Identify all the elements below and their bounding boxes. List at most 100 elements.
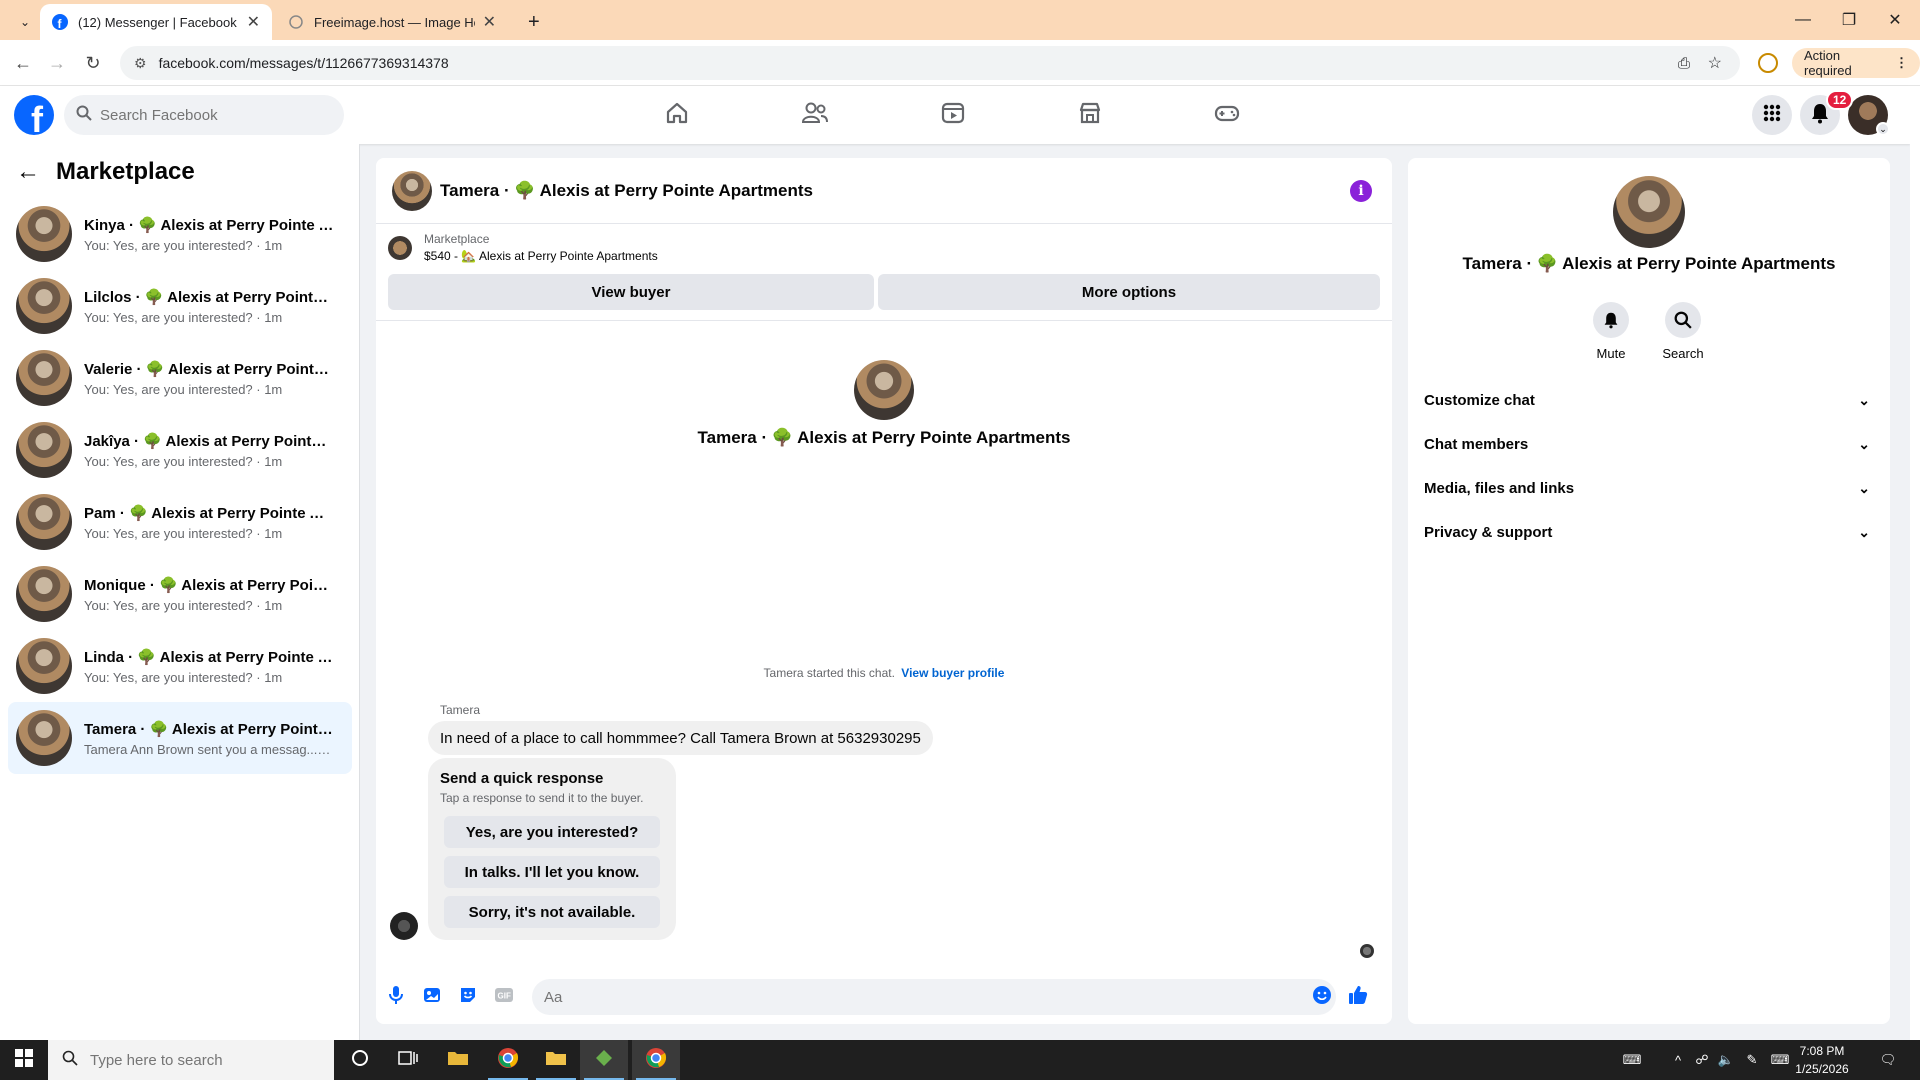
conversation-text: Tamera · 🌳 Alexis at Perry Pointe ... Tam… [84,720,334,757]
chevron-down-icon[interactable]: ⌄ [1876,122,1890,136]
task-view-button[interactable] [384,1040,432,1080]
search-input[interactable] [100,106,320,124]
app-taskbar-button[interactable] [580,1040,628,1080]
forward-button[interactable]: → [44,50,70,76]
more-options-button[interactable]: More options [878,274,1380,310]
nav-friends[interactable] [760,92,870,138]
chevron-down-icon: ⌄ [20,15,31,29]
info-avatar[interactable] [1613,176,1685,248]
nav-video[interactable] [898,92,1008,138]
sender-name: Tamera [440,703,481,717]
minimize-button[interactable]: — [1780,0,1826,40]
conversation-item[interactable]: Lilclos · 🌳 Alexis at Perry Pointe A... Y… [8,270,352,342]
facebook-logo-icon[interactable]: f [14,95,54,135]
microphone-icon [387,985,405,1010]
mute-button[interactable]: Mute [1581,302,1641,361]
nav-marketplace[interactable] [1035,92,1145,138]
site-info-icon[interactable]: ⚙ [134,55,147,72]
quick-response-yes-button[interactable]: Yes, are you interested? [444,816,660,848]
bell-icon [1593,302,1629,338]
start-button[interactable] [0,1040,48,1080]
conversation-item[interactable]: Linda · 🌳 Alexis at Perry Pointe A... You… [8,630,352,702]
conversation-item[interactable]: Monique · 🌳 Alexis at Perry Point... You:… [8,558,352,630]
search-in-chat-button[interactable]: Search [1653,302,1713,361]
reload-button[interactable]: ↻ [80,50,106,76]
listing-thumbnail [388,235,412,260]
chat-avatar[interactable] [392,170,432,211]
view-buyer-profile-link[interactable]: View buyer profile [901,666,1004,680]
facebook-search-box[interactable] [64,95,344,135]
tab-messenger[interactable]: f (12) Messenger | Facebook ✕ [40,4,272,40]
sender-avatar[interactable] [390,912,418,940]
back-arrow-icon[interactable]: ← [16,158,40,186]
file-explorer-button[interactable] [434,1040,482,1080]
sticker-button[interactable] [456,985,480,1009]
microphone-button[interactable] [384,985,408,1009]
listing-summary[interactable]: Marketplace $540 - 🏡 Alexis at Perry Poi… [388,232,658,263]
conversation-text: Monique · 🌳 Alexis at Perry Point... You:… [84,576,334,613]
facebook-header: f ⌄ [0,86,1910,144]
restore-button[interactable]: ❐ [1826,0,1872,40]
customize-chat-row[interactable]: Customize chat ⌄ [1424,382,1874,418]
action-required-button[interactable]: Action required ⋮ [1792,48,1920,78]
media-files-links-row[interactable]: Media, files and links ⌄ [1424,470,1874,506]
taskbar-search-input[interactable] [90,1051,290,1069]
read-receipt-avatar [1360,944,1374,958]
quick-response-in-talks-button[interactable]: In talks. I'll let you know. [444,856,660,888]
info-icon[interactable]: i [1350,180,1372,202]
conversation-name: Tamera · 🌳 Alexis at Perry Pointe ... [84,720,334,738]
action-center-icon[interactable]: 🗨 [1878,1050,1898,1070]
back-button[interactable]: ← [10,50,36,76]
bookmark-star-icon[interactable]: ☆ [1708,53,1722,73]
show-hidden-icons-icon[interactable]: ^ [1668,1050,1688,1070]
close-window-button[interactable]: ✕ [1872,0,1918,40]
pen-icon[interactable]: ✎ [1742,1050,1762,1070]
chat-title[interactable]: Tamera · 🌳 Alexis at Perry Pointe Apartm… [440,181,813,201]
like-button[interactable] [1346,985,1370,1009]
url-bar[interactable]: ⚙ facebook.com/messages/t/11266773693143… [120,46,1740,80]
explorer-taskbar-button[interactable] [532,1040,580,1080]
keyboard-layout-icon[interactable]: ⌨ [1622,1050,1642,1070]
sticker-icon [458,985,478,1010]
message-input[interactable] [532,979,1336,1015]
conversation-text: Kinya · 🌳 Alexis at Perry Pointe A... You… [84,216,334,253]
view-buyer-button[interactable]: View buyer [388,274,874,310]
time: 7:08 PM [1799,1044,1845,1058]
conversation-item[interactable]: Jakîya · 🌳 Alexis at Perry Pointe A... Yo… [8,414,352,486]
taskbar-search-box[interactable] [48,1040,334,1080]
attach-photo-button[interactable] [420,985,444,1009]
gamepad-icon [1213,100,1241,131]
conversation-item[interactable]: Kinya · 🌳 Alexis at Perry Pointe A... You… [8,198,352,270]
tab-list-button[interactable]: ⌄ [8,4,44,40]
page-scrollbar[interactable] [1910,86,1920,1040]
folder-icon [447,1049,469,1072]
conversation-item[interactable]: Valerie · 🌳 Alexis at Perry Pointe ... Yo… [8,342,352,414]
volume-icon[interactable]: 🔈 [1716,1050,1736,1070]
new-tab-button[interactable]: + [516,4,548,40]
nav-home[interactable] [622,92,732,138]
close-tab-icon[interactable]: ✕ [247,12,260,32]
install-icon[interactable]: ⎙ [1678,55,1690,72]
conversation-text: Valerie · 🌳 Alexis at Perry Pointe ... Yo… [84,360,334,397]
nav-gaming[interactable] [1172,92,1282,138]
conversation-avatar [16,422,72,478]
gif-button[interactable]: GIF [492,985,516,1009]
quick-response-not-available-button[interactable]: Sorry, it's not available. [444,896,660,928]
menu-button[interactable] [1752,95,1792,135]
chrome-taskbar-button[interactable] [484,1040,532,1080]
emoji-icon [1312,985,1332,1010]
emoji-button[interactable] [1310,985,1334,1009]
chrome-profile-taskbar-button[interactable] [632,1040,680,1080]
tab-freeimage[interactable]: Freeimage.host — Image Hostin ✕ [276,4,508,40]
profile-icon[interactable] [1758,53,1778,73]
conversation-item[interactable]: Pam · 🌳 Alexis at Perry Pointe Ap... You:… [8,486,352,558]
conversation-item[interactable]: Tamera · 🌳 Alexis at Perry Pointe ... Tam… [8,702,352,774]
privacy-support-row[interactable]: Privacy & support ⌄ [1424,514,1874,550]
message-bubble[interactable]: In need of a place to call hommmee? Call… [428,721,933,755]
chat-members-row[interactable]: Chat members ⌄ [1424,426,1874,462]
network-icon[interactable]: ☍ [1692,1050,1712,1070]
close-tab-icon[interactable]: ✕ [483,12,496,32]
conversation-preview: You: Yes, are you interested? · 1m [84,669,283,685]
cortana-button[interactable] [336,1040,384,1080]
clock[interactable]: 7:08 PM 1/25/2026 [1782,1042,1862,1078]
